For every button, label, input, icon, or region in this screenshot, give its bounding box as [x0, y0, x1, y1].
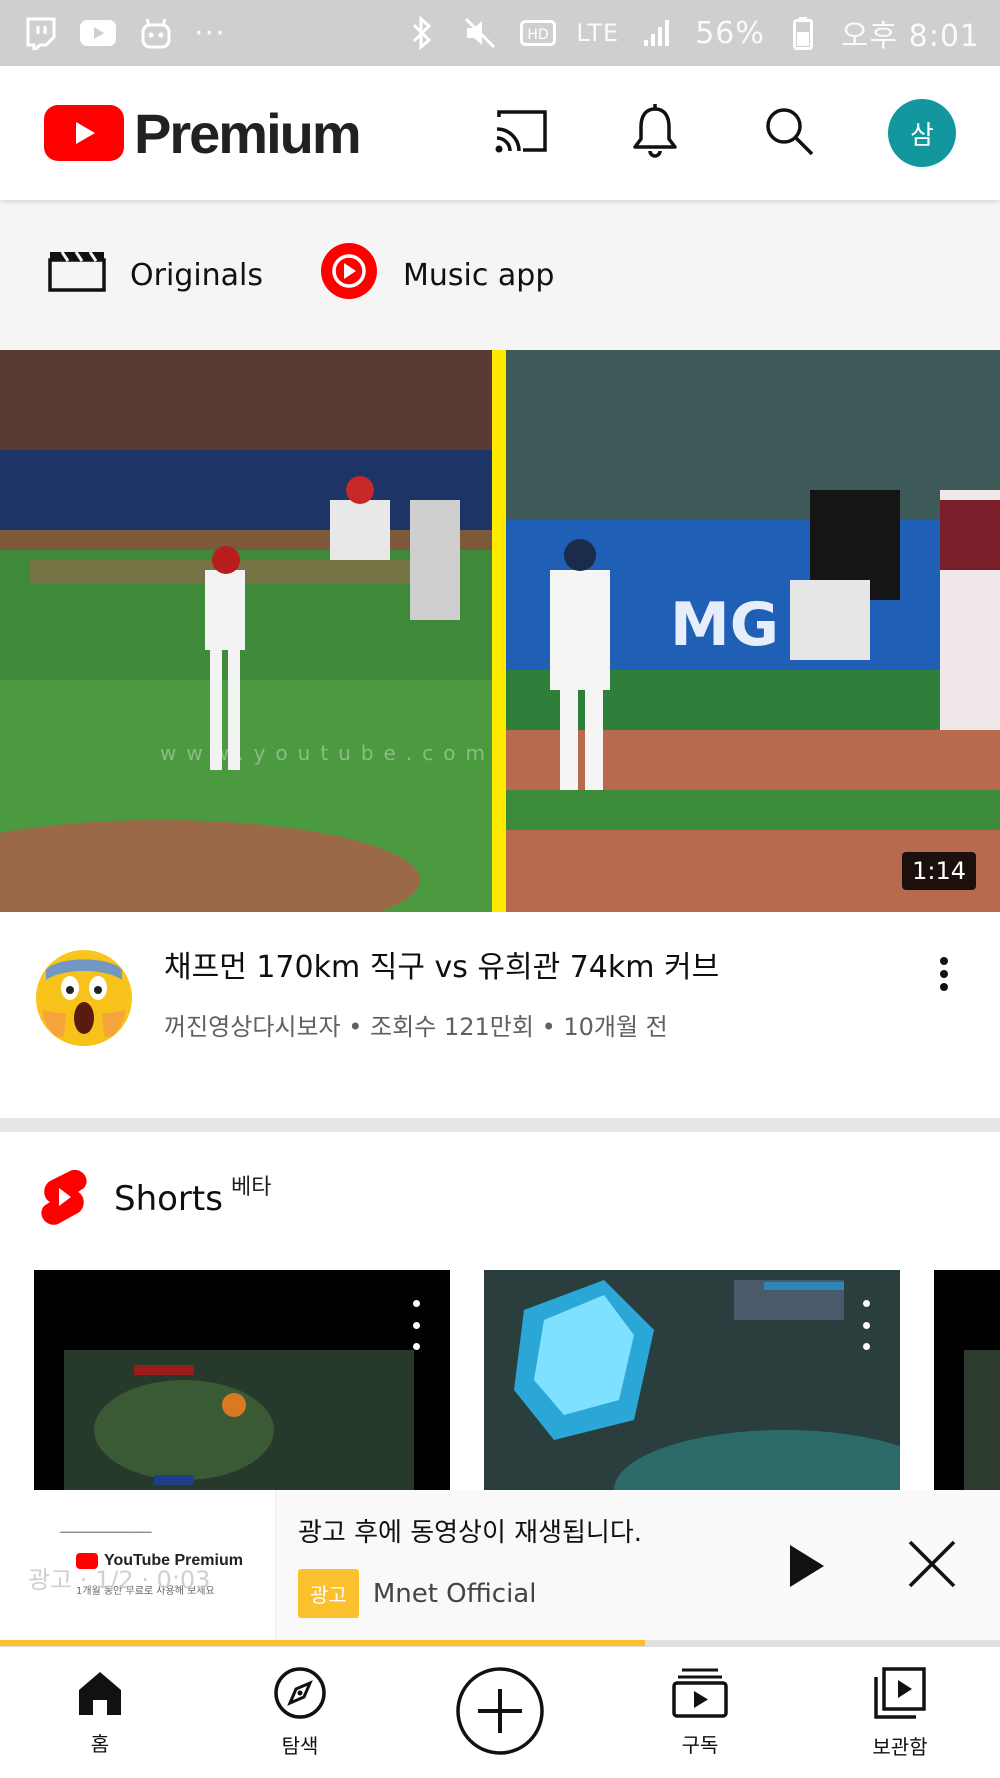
robot-app-icon	[136, 16, 176, 50]
compass-icon	[273, 1666, 327, 1724]
logo-text: Premium	[134, 101, 362, 165]
ad-thumbnail[interactable]: ━━━━━━━━━━━━━━━━━━━ YouTube Premium 1개월 …	[0, 1490, 276, 1646]
more-notifications: ···	[194, 15, 226, 51]
channel-name[interactable]: 꺼진영상다시보자	[164, 1013, 341, 1041]
youtube-premium-logo[interactable]: Premium	[44, 101, 362, 166]
search-icon	[763, 105, 815, 161]
short-thumbnail-game	[34, 1270, 450, 1490]
nav-explore[interactable]: 탐색	[200, 1647, 400, 1778]
ad-thumbnail-fineprint: ━━━━━━━━━━━━━━━━━━━	[60, 1528, 152, 1537]
youtube-music-icon	[319, 241, 379, 309]
ad-info: 광고 후에 동영상이 재생됩니다. 광고 Mnet Official	[298, 1512, 642, 1618]
ad-channel: Mnet Official	[372, 1578, 537, 1609]
separator: •	[348, 1012, 363, 1041]
originals-label: Originals	[130, 257, 264, 293]
baseball-split-scene-image: MG www.youtube.com	[0, 350, 1000, 912]
nav-create[interactable]	[400, 1647, 600, 1778]
bluetooth-icon	[402, 16, 442, 50]
cast-button[interactable]	[486, 98, 556, 168]
ad-message: 광고 후에 동영상이 재생됩니다.	[298, 1518, 643, 1548]
network-type: LTE	[576, 19, 620, 47]
short-card[interactable]	[934, 1270, 1000, 1490]
mini-player[interactable]: ━━━━━━━━━━━━━━━━━━━ YouTube Premium 1개월 …	[0, 1490, 1000, 1646]
more-vertical-icon	[939, 956, 949, 996]
cast-icon	[493, 107, 549, 159]
svg-text:www.youtube.com: www.youtube.com	[160, 741, 495, 765]
play-icon	[786, 1542, 826, 1594]
short-thumbnail-partial	[964, 1350, 1000, 1490]
nav-subscriptions[interactable]: 구독	[600, 1647, 800, 1778]
premium-shortcuts: Originals Music app	[0, 200, 1000, 350]
video-subtitle: 꺼진영상다시보자 • 조회수 121만회 • 10개월 전	[164, 1007, 924, 1042]
ad-timer-overlay: 광고 · 1/2 · 0:03	[28, 1566, 211, 1594]
nav-subscriptions-label: 구독	[681, 1733, 719, 1757]
video-duration: 1:14	[902, 852, 976, 890]
library-icon	[872, 1665, 928, 1725]
nav-home-label: 홈	[90, 1732, 110, 1756]
nav-home[interactable]: 홈	[0, 1647, 200, 1778]
close-icon	[906, 1538, 958, 1594]
youtube-notification-icon	[78, 16, 118, 50]
battery-percent: 56%	[695, 15, 765, 51]
youtube-logo-icon	[44, 105, 124, 161]
app-bar: Premium 삼	[0, 66, 1000, 200]
account-avatar[interactable]: 삼	[888, 99, 956, 167]
view-count: 조회수 121만회	[370, 1012, 534, 1041]
bottom-navigation: 홈 탐색 구독 보관함	[0, 1646, 1000, 1778]
beta-badge: 베타	[230, 1175, 272, 1200]
shorts-logo-icon	[40, 1168, 88, 1230]
home-icon	[75, 1668, 125, 1722]
svg-text:MG: MG	[670, 590, 779, 660]
music-app-chip[interactable]: Music app	[319, 241, 554, 309]
battery-icon	[783, 16, 823, 50]
subscriptions-icon	[672, 1667, 728, 1723]
music-app-label: Music app	[403, 257, 555, 293]
nav-library-label: 보관함	[872, 1735, 928, 1759]
bell-icon	[631, 103, 679, 163]
nav-explore-label: 탐색	[281, 1734, 319, 1758]
hd-voice-icon: HD	[518, 16, 558, 50]
mini-close-button[interactable]	[900, 1534, 964, 1598]
video-details[interactable]: 채프먼 170km 직구 vs 유희관 74km 커브 꺼진영상다시보자 • 조…	[0, 912, 1000, 1120]
video-menu-button[interactable]	[924, 942, 964, 1002]
clapperboard-icon	[48, 250, 106, 300]
short-menu-button[interactable]	[406, 1300, 426, 1350]
twitch-icon	[20, 16, 60, 50]
video-thumbnail[interactable]: MG www.youtube.com 1:14	[0, 350, 1000, 912]
notifications-button[interactable]	[620, 98, 690, 168]
mute-icon	[460, 16, 500, 50]
short-card[interactable]	[34, 1270, 450, 1490]
shorts-header: Shorts 베타	[40, 1168, 271, 1230]
svg-text:HD: HD	[528, 27, 549, 43]
ad-badge: 광고	[298, 1569, 359, 1618]
mini-play-button[interactable]	[776, 1538, 836, 1598]
channel-avatar[interactable]	[36, 950, 132, 1046]
nav-library[interactable]: 보관함	[800, 1647, 1000, 1778]
screaming-face-emoji-icon	[40, 954, 128, 1042]
clock: 오후 8:01	[840, 19, 980, 54]
originals-chip[interactable]: Originals	[48, 250, 263, 300]
video-title[interactable]: 채프먼 170km 직구 vs 유희관 74km 커브	[164, 948, 924, 989]
short-menu-button[interactable]	[856, 1300, 876, 1350]
signal-icon	[637, 16, 677, 50]
create-plus-icon	[454, 1665, 546, 1761]
upload-age: 10개월 전	[563, 1012, 668, 1041]
short-thumbnail-fountain	[484, 1270, 900, 1490]
search-button[interactable]	[754, 98, 824, 168]
shorts-title: Shorts	[114, 1179, 223, 1219]
section-divider	[0, 1118, 1000, 1132]
status-bar: ··· HD LTE 56% 오후 8:01	[0, 0, 1000, 66]
short-card[interactable]	[484, 1270, 900, 1490]
separator: •	[541, 1012, 556, 1041]
